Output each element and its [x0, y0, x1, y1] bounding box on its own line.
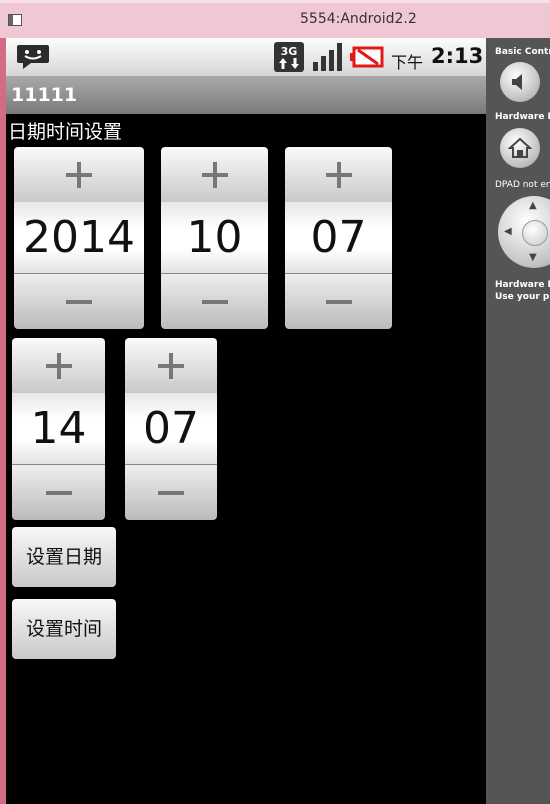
year-value[interactable]: 2014	[14, 202, 144, 274]
plus-icon	[66, 161, 92, 188]
plus-icon	[158, 352, 184, 379]
dpad-control[interactable]: ▲ ▼ ◀	[498, 196, 550, 268]
month-picker: 10	[161, 147, 268, 329]
section-label: 日期时间设置	[8, 121, 123, 143]
clock-time: 2:13	[431, 44, 484, 68]
minute-decrement-button[interactable]	[125, 464, 217, 520]
app-title: 11111	[11, 84, 78, 106]
year-decrement-button[interactable]	[14, 273, 144, 329]
day-value[interactable]: 07	[285, 202, 392, 274]
minus-icon	[66, 299, 92, 304]
month-decrement-button[interactable]	[161, 273, 268, 329]
basic-controls-label: Basic Controls	[495, 47, 550, 57]
set-date-button[interactable]: 设置日期	[12, 527, 116, 587]
home-button[interactable]	[500, 128, 540, 168]
dpad-label: DPAD not enabled	[495, 180, 550, 190]
minute-picker: 07	[125, 338, 217, 520]
emulator-title-bar: 5554:Android2.2	[0, 0, 550, 38]
hardware-buttons-label: Hardware Buttons	[495, 112, 550, 122]
month-value[interactable]: 10	[161, 202, 268, 274]
minute-value[interactable]: 07	[125, 393, 217, 465]
network-type-label: 3G	[281, 45, 298, 58]
day-increment-button[interactable]	[285, 147, 392, 203]
phone-screen: 3G 下午 2:13 11111 日期时间设置 2014 10 07 14 07…	[6, 38, 486, 804]
dpad-center-button[interactable]	[522, 220, 548, 246]
plus-icon	[201, 161, 228, 188]
dpad-up-icon: ▲	[529, 200, 537, 211]
minute-increment-button[interactable]	[125, 338, 217, 394]
chat-bubble-icon[interactable]	[16, 43, 50, 69]
set-time-button[interactable]: 设置时间	[12, 599, 116, 659]
hour-decrement-button[interactable]	[12, 464, 105, 520]
window-icon	[8, 14, 22, 26]
3g-data-icon: 3G	[274, 42, 304, 72]
day-picker: 07	[285, 147, 392, 329]
app-title-bar: 11111	[6, 76, 486, 114]
signal-strength-icon	[312, 42, 344, 72]
dpad-down-icon: ▼	[529, 252, 537, 263]
minus-icon	[325, 299, 352, 304]
dpad-left-icon: ◀	[504, 226, 512, 237]
main-content: 日期时间设置 2014 10 07 14 07 设置日期 设置时间	[6, 114, 486, 804]
month-increment-button[interactable]	[161, 147, 268, 203]
minus-icon	[201, 299, 228, 304]
hour-increment-button[interactable]	[12, 338, 105, 394]
home-icon	[508, 137, 532, 158]
plus-icon	[325, 161, 352, 188]
hour-value[interactable]: 14	[12, 393, 105, 465]
speaker-icon	[512, 74, 522, 90]
hardware-keyboard-label: Hardware Keyboard	[495, 280, 550, 290]
battery-empty-icon	[350, 46, 384, 68]
clock-ampm: 下午	[391, 53, 424, 72]
minus-icon	[158, 490, 184, 495]
keyboard-hint-label: Use your physical keyboard	[495, 292, 550, 302]
status-bar: 3G 下午 2:13	[6, 38, 486, 76]
hour-picker: 14	[12, 338, 105, 520]
plus-icon	[45, 352, 72, 379]
day-decrement-button[interactable]	[285, 273, 392, 329]
window-title: 5554:Android2.2	[300, 11, 417, 27]
year-picker: 2014	[14, 147, 144, 329]
year-increment-button[interactable]	[14, 147, 144, 203]
emulator-control-panel: Basic Controls Hardware Buttons DPAD not…	[486, 38, 550, 804]
minus-icon	[45, 490, 72, 495]
volume-button[interactable]	[500, 62, 540, 102]
